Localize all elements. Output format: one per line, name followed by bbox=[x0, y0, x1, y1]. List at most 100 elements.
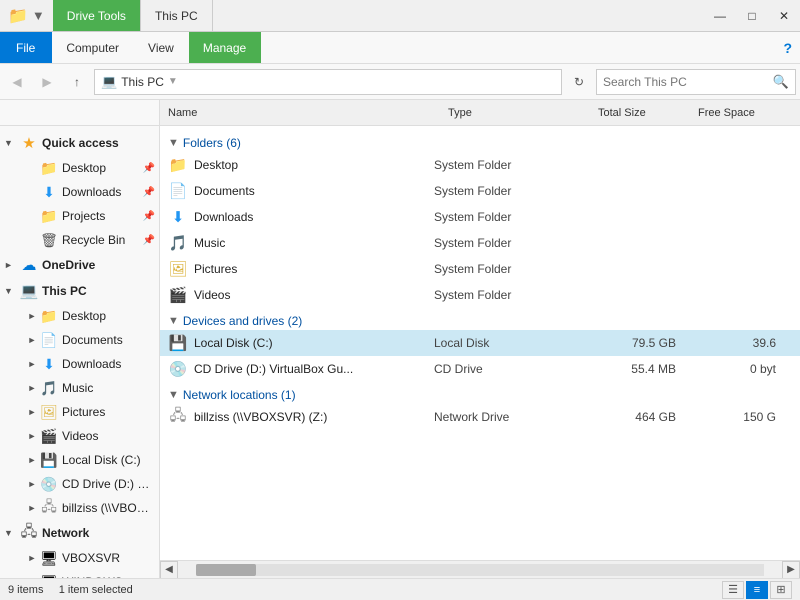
list-item[interactable]: 📁 Desktop System Folder bbox=[160, 152, 800, 178]
maximize-button[interactable]: □ bbox=[736, 0, 768, 31]
ribbon-view-tab[interactable]: View bbox=[134, 32, 189, 63]
sidebar-item-local-disk[interactable]: ► 💾 Local Disk (C:) bbox=[0, 448, 159, 472]
pc-pictures-label: Pictures bbox=[62, 405, 155, 419]
col-header-free-space[interactable]: Free Space bbox=[690, 100, 790, 125]
list-item[interactable]: 🎵 Music System Folder bbox=[160, 230, 800, 256]
forward-button[interactable]: ▶ bbox=[34, 69, 60, 95]
pc-music-expand: ► bbox=[24, 383, 40, 393]
sidebar-item-projects[interactable]: 📁 Projects 📌 bbox=[0, 204, 159, 228]
cd-expand: ► bbox=[24, 479, 40, 489]
search-input[interactable] bbox=[603, 75, 769, 89]
ribbon-manage-tab[interactable]: Manage bbox=[189, 32, 261, 63]
view-details-button[interactable]: ≡ bbox=[746, 581, 768, 599]
downloads-label: Downloads bbox=[62, 185, 141, 199]
list-item[interactable]: 🖼 Pictures System Folder bbox=[160, 256, 800, 282]
sidebar-item-pc-music[interactable]: ► 🎵 Music bbox=[0, 376, 159, 400]
hscroll-right-arrow[interactable]: ▶ bbox=[782, 561, 800, 579]
group-header-devices[interactable]: ▼ Devices and drives (2) bbox=[160, 308, 800, 330]
ribbon-file-tab[interactable]: File bbox=[0, 32, 52, 63]
local-disk-icon: 💾 bbox=[40, 451, 58, 469]
sidebar-item-windows[interactable]: ► 🖥 WINDOWS bbox=[0, 570, 159, 578]
column-headers: Name Type Total Size Free Space bbox=[160, 100, 800, 126]
downloads-row-name: Downloads bbox=[194, 210, 434, 224]
billziss-label: billziss (\\VBOXS... bbox=[62, 501, 155, 515]
tab-this-pc-title[interactable]: This PC bbox=[141, 0, 213, 31]
address-path[interactable]: 💻 This PC ▼ bbox=[94, 69, 562, 95]
sidebar-item-pc-downloads[interactable]: ► ⬇ Downloads bbox=[0, 352, 159, 376]
sidebar-item-vboxsvr[interactable]: ► 🖥 VBOXSVR bbox=[0, 546, 159, 570]
sidebar-section-onedrive[interactable]: ► ☁ OneDrive bbox=[0, 252, 159, 278]
sidebar-section-quick-access[interactable]: ▼ ★ Quick access bbox=[0, 130, 159, 156]
pc-music-label: Music bbox=[62, 381, 155, 395]
cd-drive-row-size: 55.4 MB bbox=[584, 362, 684, 376]
sidebar-section-network[interactable]: ▼ 🖧 Network bbox=[0, 520, 159, 546]
sidebar-item-recycle[interactable]: 🗑 Recycle Bin 📌 bbox=[0, 228, 159, 252]
list-item[interactable]: 💾 Local Disk (C:) Local Disk 79.5 GB 39.… bbox=[160, 330, 800, 356]
col-header-name[interactable]: Name bbox=[160, 100, 440, 125]
documents-row-icon: 📄 bbox=[168, 181, 188, 201]
tab-drive-tools[interactable]: Drive Tools bbox=[53, 0, 141, 31]
hscroll-thumb[interactable] bbox=[196, 564, 256, 576]
search-box[interactable]: 🔍 bbox=[596, 69, 796, 95]
pc-pictures-expand: ► bbox=[24, 407, 40, 417]
projects-pin: 📌 bbox=[143, 211, 155, 222]
list-item[interactable]: 💿 CD Drive (D:) VirtualBox Gu... CD Driv… bbox=[160, 356, 800, 382]
refresh-button[interactable]: ↻ bbox=[566, 69, 592, 95]
sidebar-item-pc-pictures[interactable]: ► 🖼 Pictures bbox=[0, 400, 159, 424]
ribbon-computer-tab[interactable]: Computer bbox=[52, 32, 134, 63]
view-list-button[interactable]: ☰ bbox=[722, 581, 744, 599]
billziss-icon: 🖧 bbox=[40, 499, 58, 517]
sidebar-section-this-pc[interactable]: ▼ 💻 This PC bbox=[0, 278, 159, 304]
list-item[interactable]: 🖧 billziss (\\VBOXSVR) (Z:) Network Driv… bbox=[160, 404, 800, 430]
group-header-folders[interactable]: ▼ Folders (6) bbox=[160, 130, 800, 152]
up-button[interactable]: ↑ bbox=[64, 69, 90, 95]
vboxsvr-label: VBOXSVR bbox=[62, 551, 155, 565]
hscroll-left-arrow[interactable]: ◀ bbox=[160, 561, 178, 579]
sidebar-item-billziss[interactable]: ► 🖧 billziss (\\VBOXS... bbox=[0, 496, 159, 520]
onedrive-icon: ☁ bbox=[20, 256, 38, 274]
group-header-network[interactable]: ▼ Network locations (1) bbox=[160, 382, 800, 404]
folder-icon: 📁 bbox=[8, 6, 28, 26]
main-area: ▼ ★ Quick access 📁 Desktop 📌 ⬇ Downloads… bbox=[0, 126, 800, 578]
close-button[interactable]: ✕ bbox=[768, 0, 800, 31]
pc-downloads-expand: ► bbox=[24, 359, 40, 369]
horizontal-scrollbar[interactable]: ◀ ▶ bbox=[160, 560, 800, 578]
quick-access-expand-icon: ▼ bbox=[4, 138, 20, 148]
column-headers-row: Name Type Total Size Free Space bbox=[0, 100, 800, 126]
sidebar-header-spacer bbox=[0, 100, 160, 126]
sidebar-item-pc-videos[interactable]: ► 🎬 Videos bbox=[0, 424, 159, 448]
desktop-row-type: System Folder bbox=[434, 158, 584, 172]
sidebar-item-pc-desktop[interactable]: ► 📁 Desktop bbox=[0, 304, 159, 328]
title-bar: 📁 ▼ Drive Tools This PC — □ ✕ bbox=[0, 0, 800, 32]
sidebar-item-cd-drive[interactable]: ► 💿 CD Drive (D:) Vir... bbox=[0, 472, 159, 496]
onedrive-expand-icon: ► bbox=[4, 260, 20, 270]
sidebar-item-downloads[interactable]: ⬇ Downloads 📌 bbox=[0, 180, 159, 204]
local-disk-row-size: 79.5 GB bbox=[584, 336, 684, 350]
back-button[interactable]: ◀ bbox=[4, 69, 30, 95]
list-item[interactable]: 📄 Documents System Folder bbox=[160, 178, 800, 204]
local-disk-expand: ► bbox=[24, 455, 40, 465]
pc-desktop-expand: ► bbox=[24, 311, 40, 321]
minimize-button[interactable]: — bbox=[704, 0, 736, 31]
col-header-total-size[interactable]: Total Size bbox=[590, 100, 690, 125]
this-pc-label: This PC bbox=[42, 284, 87, 298]
sidebar-item-pc-documents[interactable]: ► 📄 Documents bbox=[0, 328, 159, 352]
address-bar: ◀ ▶ ↑ 💻 This PC ▼ ↻ 🔍 bbox=[0, 64, 800, 100]
view-grid-button[interactable]: ⊞ bbox=[770, 581, 792, 599]
pc-docs-label: Documents bbox=[62, 333, 155, 347]
sidebar-item-desktop[interactable]: 📁 Desktop 📌 bbox=[0, 156, 159, 180]
cd-drive-row-type: CD Drive bbox=[434, 362, 584, 376]
cd-drive-row-free: 0 byt bbox=[684, 362, 784, 376]
ribbon-help-button[interactable]: ? bbox=[775, 32, 800, 63]
music-row-name: Music bbox=[194, 236, 434, 250]
pictures-row-icon: 🖼 bbox=[168, 259, 188, 279]
music-row-type: System Folder bbox=[434, 236, 584, 250]
path-text: This PC bbox=[121, 75, 164, 89]
col-header-type[interactable]: Type bbox=[440, 100, 590, 125]
documents-row-name: Documents bbox=[194, 184, 434, 198]
local-disk-row-name: Local Disk (C:) bbox=[194, 336, 434, 350]
local-disk-label: Local Disk (C:) bbox=[62, 453, 155, 467]
list-item[interactable]: ⬇ Downloads System Folder bbox=[160, 204, 800, 230]
list-item[interactable]: 🎬 Videos System Folder bbox=[160, 282, 800, 308]
desktop-icon: 📁 bbox=[40, 159, 58, 177]
